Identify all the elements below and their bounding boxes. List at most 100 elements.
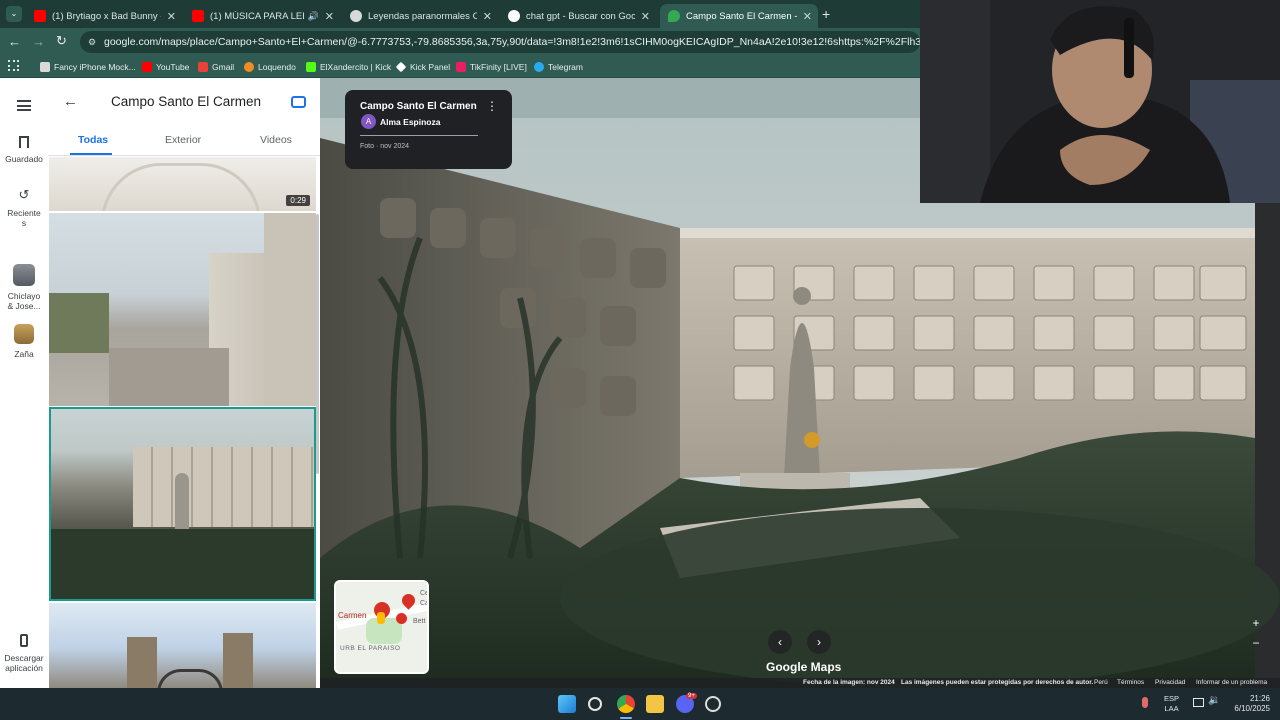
saved-button[interactable]: Guardado bbox=[0, 136, 48, 164]
recent-place-chiclayo[interactable]: Chiclayo & Jose... bbox=[0, 264, 48, 311]
minimap-label: Carmen bbox=[338, 611, 367, 620]
next-photo-button[interactable]: › bbox=[807, 630, 831, 654]
bookmark-item[interactable]: TikFinity [LIVE] bbox=[456, 60, 527, 74]
bookmark-item[interactable]: Kick Panel bbox=[395, 60, 450, 74]
browser-tab-5[interactable]: Campo Santo El Carmen - Google Maps✕ bbox=[660, 4, 818, 28]
recents-button[interactable]: ↺ Recientes bbox=[0, 187, 48, 229]
bookmark-item[interactable]: YouTube bbox=[142, 60, 189, 74]
bookmark-item[interactable]: Fancy iPhone Mock... bbox=[40, 60, 136, 74]
google-maps-watermark: Google Maps bbox=[766, 660, 842, 674]
microphone-icon[interactable] bbox=[1142, 697, 1148, 708]
bookmark-item[interactable]: Gmail bbox=[198, 60, 234, 74]
map-footer: Fecha de la imagen: nov 2024 Las imágene… bbox=[320, 678, 1280, 688]
back-arrow-icon[interactable]: ← bbox=[8, 34, 21, 49]
page-icon bbox=[40, 62, 50, 72]
close-icon[interactable]: ✕ bbox=[803, 10, 812, 23]
apps-grid-icon[interactable] bbox=[8, 60, 19, 71]
volume-icon[interactable]: 🔉 bbox=[1208, 695, 1220, 706]
webcam-feed bbox=[920, 0, 1280, 203]
panel-scrollbar[interactable] bbox=[316, 214, 319, 474]
chrome-icon[interactable] bbox=[617, 695, 635, 713]
photo-thumbnail[interactable] bbox=[49, 213, 316, 406]
maps-pin-icon bbox=[668, 10, 680, 22]
terms-link[interactable]: Términos bbox=[1117, 678, 1144, 688]
minimap-label: Bett bbox=[413, 618, 426, 625]
place-thumbnail bbox=[14, 324, 34, 344]
google-icon bbox=[508, 10, 520, 22]
speaker-icon[interactable]: 🔊 bbox=[308, 11, 319, 22]
author-avatar[interactable]: A bbox=[361, 114, 376, 129]
browser-tab-4[interactable]: chat gpt - Buscar con Google✕ bbox=[500, 4, 656, 28]
bookmark-item[interactable]: Telegram bbox=[534, 60, 583, 74]
clock[interactable]: 21:26 6/10/2025 bbox=[1226, 694, 1270, 714]
language-indicator[interactable]: ESP LAA bbox=[1164, 694, 1179, 714]
new-tab-icon[interactable]: + bbox=[822, 6, 830, 22]
panel-title: Campo Santo El Carmen bbox=[111, 94, 262, 109]
browser-tab-3[interactable]: Leyendas paranormales Chiclayo✕ bbox=[342, 4, 498, 28]
author-name[interactable]: Alma Espinoza bbox=[380, 117, 440, 127]
info-divider bbox=[360, 135, 478, 136]
tab-search-button[interactable]: ⌄ bbox=[6, 6, 22, 22]
url-input[interactable]: ⚙ google.com/maps/place/Campo+Santo+El+C… bbox=[80, 31, 920, 53]
back-arrow-icon[interactable]: ← bbox=[63, 93, 78, 110]
forward-arrow-icon[interactable]: → bbox=[32, 34, 45, 49]
close-icon[interactable]: ✕ bbox=[167, 10, 176, 23]
zoom-out-button[interactable]: − bbox=[1249, 636, 1263, 650]
country-link[interactable]: Perú bbox=[1094, 678, 1108, 688]
notification-badge: 9+ bbox=[686, 693, 697, 699]
chatgpt-icon bbox=[350, 10, 362, 22]
close-icon[interactable]: ✕ bbox=[325, 10, 334, 23]
file-explorer-icon[interactable] bbox=[646, 695, 664, 713]
webcam-overlay bbox=[920, 0, 1280, 203]
browser-tab-1[interactable]: (1) Brytiago x Bad Bunny - NETFLIX✕ bbox=[26, 4, 182, 28]
photo-thumbnail-selected[interactable] bbox=[49, 407, 316, 601]
reload-icon[interactable]: ↻ bbox=[56, 33, 67, 49]
browser-tab-2[interactable]: (1) MÚSICA PARA LEER TERROR🔊✕ bbox=[184, 4, 340, 28]
obs-icon[interactable] bbox=[705, 696, 721, 712]
diamond-icon bbox=[395, 61, 407, 73]
more-options-icon[interactable]: ⋮ bbox=[486, 99, 498, 113]
map-pin-icon bbox=[396, 613, 407, 624]
add-photo-icon[interactable] bbox=[291, 96, 306, 108]
video-duration-badge: 0:29 bbox=[286, 195, 310, 206]
close-icon[interactable]: ✕ bbox=[483, 10, 492, 23]
phone-icon bbox=[20, 634, 28, 647]
bookmark-item[interactable]: ElXandercito | Kick bbox=[306, 60, 391, 74]
place-thumbnail bbox=[13, 264, 35, 286]
archway-shape bbox=[101, 163, 261, 211]
maps-left-rail: Guardado ↺ Recientes Chiclayo & Jose... … bbox=[0, 78, 48, 688]
windows-start-icon[interactable] bbox=[558, 695, 576, 713]
telegram-icon bbox=[534, 62, 544, 72]
tab-all[interactable]: Todas bbox=[78, 134, 108, 146]
active-app-indicator bbox=[620, 717, 632, 719]
copyright-notice: Las imágenes pueden estar protegidas por… bbox=[901, 679, 1094, 686]
photo-thumbnail-video[interactable]: 0:29 bbox=[49, 157, 316, 211]
privacy-link[interactable]: Privacidad bbox=[1155, 678, 1185, 688]
minimap-label: URB EL PARAISO bbox=[340, 645, 401, 652]
zoom-in-button[interactable]: + bbox=[1249, 616, 1263, 630]
photo-thumbnail[interactable] bbox=[49, 603, 316, 688]
photo-info-card: Campo Santo El Carmen ⋮ A Alma Espinoza … bbox=[345, 90, 512, 169]
network-icon[interactable] bbox=[1193, 698, 1204, 707]
report-link[interactable]: Informar de un problema bbox=[1196, 678, 1267, 688]
place-name[interactable]: Campo Santo El Carmen bbox=[360, 101, 477, 112]
photo-date: Foto · nov 2024 bbox=[360, 143, 410, 150]
image-date: Fecha de la imagen: nov 2024 bbox=[803, 679, 895, 686]
youtube-icon bbox=[192, 10, 204, 22]
menu-icon[interactable] bbox=[17, 100, 31, 111]
gmail-icon bbox=[198, 62, 208, 72]
minimap-label: Ca bbox=[420, 600, 429, 607]
bookmark-icon bbox=[19, 136, 29, 148]
previous-photo-button[interactable]: ‹ bbox=[768, 630, 792, 654]
close-icon[interactable]: ✕ bbox=[641, 10, 650, 23]
tab-exterior[interactable]: Exterior bbox=[165, 134, 201, 146]
site-info-icon[interactable]: ⚙ bbox=[88, 31, 96, 53]
recent-place-zana[interactable]: Zaña bbox=[0, 324, 48, 359]
youtube-icon bbox=[34, 10, 46, 22]
history-icon: ↺ bbox=[18, 187, 30, 202]
minimap[interactable]: Carmen Ce Ca Bett URB EL PARAISO bbox=[334, 580, 429, 674]
tab-videos[interactable]: Videos bbox=[260, 134, 292, 146]
search-icon[interactable] bbox=[588, 697, 602, 711]
bookmark-item[interactable]: Loquendo bbox=[244, 60, 296, 74]
download-app-button[interactable]: Descargar aplicación bbox=[0, 634, 48, 673]
